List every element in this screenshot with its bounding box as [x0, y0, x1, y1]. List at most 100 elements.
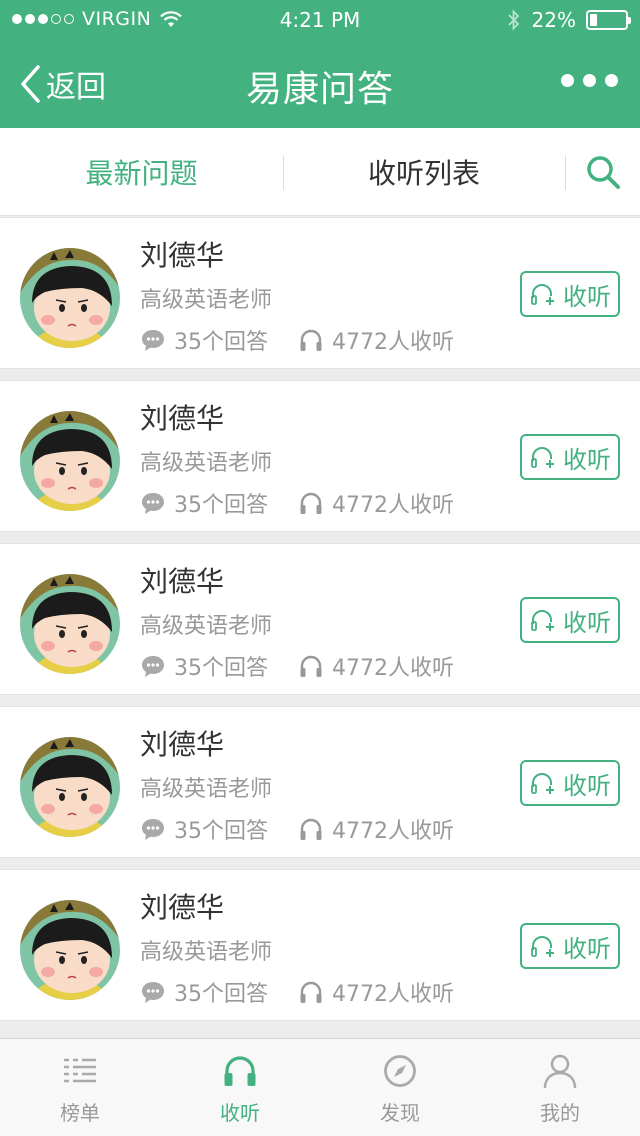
answers-count: 35个回答 [174, 493, 268, 518]
chat-bubble-icon [142, 982, 164, 1003]
chat-bubble-icon [142, 656, 164, 677]
answers-stat: 35个回答 [140, 813, 268, 845]
expert-name: 刘德华 [140, 239, 225, 272]
tabbar-label-listen: 收听 [220, 1101, 260, 1125]
tabbar-item-discover[interactable]: 发现 [320, 1039, 480, 1136]
avatar [20, 737, 120, 837]
listen-button[interactable]: 收听 [520, 271, 620, 317]
answers-stat: 35个回答 [140, 324, 268, 356]
status-right: 22% [506, 8, 631, 32]
listeners-stat: 4772人收听 [298, 324, 454, 356]
listeners-count: 4772人收听 [332, 330, 454, 355]
expert-card[interactable]: 刘德华 高级英语老师 35个回答 4772人收听 收听 [0, 380, 640, 532]
listeners-count: 4772人收听 [332, 493, 454, 518]
headphones-icon [300, 329, 322, 351]
avatar [20, 411, 120, 511]
tabbar-label-me: 我的 [540, 1101, 580, 1125]
tabbar-item-me[interactable]: 我的 [480, 1039, 640, 1136]
tabbar-item-ranking[interactable]: 榜单 [0, 1039, 160, 1136]
avatar [20, 248, 120, 348]
headphones-icon [300, 818, 322, 840]
expert-name: 刘德华 [140, 402, 225, 435]
avatar-illustration-icon [20, 737, 120, 837]
battery-level [590, 14, 597, 26]
listeners-stat: 4772人收听 [298, 650, 454, 682]
headphones-icon [300, 981, 322, 1003]
expert-card[interactable]: 刘德华 高级英语老师 35个回答 4772人收听 收听 [0, 543, 640, 695]
app-header: VIRGIN 4:21 PM 22% 返回 易康问答 [0, 0, 640, 128]
tabbar-label-ranking: 榜单 [60, 1101, 100, 1125]
listeners-stat: 4772人收听 [298, 813, 454, 845]
listen-button[interactable]: 收听 [520, 923, 620, 969]
listen-label: 收听 [563, 282, 611, 311]
nav-bar: 返回 易康问答 [0, 40, 640, 128]
chat-bubble-icon [142, 330, 164, 351]
headphones-plus-icon [531, 447, 554, 468]
tab-latest-questions[interactable]: 最新问题 [0, 128, 283, 216]
listen-label: 收听 [563, 771, 611, 800]
chat-bubble-icon [142, 819, 164, 840]
listeners-stat: 4772人收听 [298, 487, 454, 519]
expert-stats: 35个回答 4772人收听 [140, 813, 484, 845]
expert-stats: 35个回答 4772人收听 [140, 324, 484, 356]
headphones-icon [300, 492, 322, 514]
listeners-stat: 4772人收听 [298, 976, 454, 1008]
answers-stat: 35个回答 [140, 650, 268, 682]
avatar-illustration-icon [20, 900, 120, 1000]
tabbar-label-discover: 发现 [380, 1101, 420, 1125]
page-title: 易康问答 [245, 69, 394, 110]
listen-button[interactable]: 收听 [520, 597, 620, 643]
avatar [20, 574, 120, 674]
answers-count: 35个回答 [174, 656, 268, 681]
bottom-tab-bar: 榜单 收听 发现 我的 [0, 1038, 640, 1136]
headphones-plus-icon [531, 610, 554, 631]
expert-title: 高级英语老师 [140, 614, 273, 639]
expert-name: 刘德华 [140, 728, 225, 761]
tab-listen-list[interactable]: 收听列表 [284, 128, 564, 216]
listeners-count: 4772人收听 [332, 982, 454, 1007]
bluetooth-icon [507, 9, 519, 31]
listeners-count: 4772人收听 [332, 819, 454, 844]
battery-percentage: 22% [531, 8, 576, 32]
expert-title: 高级英语老师 [140, 777, 273, 802]
battery-icon [586, 10, 631, 30]
more-dot [583, 74, 596, 87]
status-bar: VIRGIN 4:21 PM 22% [0, 0, 640, 40]
expert-title: 高级英语老师 [140, 940, 273, 965]
answers-count: 35个回答 [174, 330, 268, 355]
more-button[interactable] [561, 74, 618, 87]
listen-button[interactable]: 收听 [520, 760, 620, 806]
more-dot [561, 74, 574, 87]
expert-card[interactable]: 刘德华 高级英语老师 35个回答 4772人收听 收听 [0, 869, 640, 1021]
compass-icon [384, 1055, 416, 1087]
expert-title: 高级英语老师 [140, 288, 273, 313]
expert-stats: 35个回答 4772人收听 [140, 976, 484, 1008]
expert-name: 刘德华 [140, 565, 225, 598]
tabbar-item-listen[interactable]: 收听 [160, 1039, 320, 1136]
listen-label: 收听 [563, 445, 611, 474]
headphones-icon [300, 655, 322, 677]
answers-count: 35个回答 [174, 819, 268, 844]
expert-stats: 35个回答 4772人收听 [140, 650, 484, 682]
search-button[interactable] [566, 128, 640, 216]
listen-button[interactable]: 收听 [520, 434, 620, 480]
segment-tabs: 最新问题 收听列表 [0, 128, 640, 216]
listeners-count: 4772人收听 [332, 656, 454, 681]
listen-label: 收听 [563, 934, 611, 963]
expert-card[interactable]: 刘德华 高级英语老师 35个回答 4772人收听 收听 [0, 706, 640, 858]
more-dot [605, 74, 618, 87]
avatar-illustration-icon [20, 248, 120, 348]
expert-card[interactable]: 刘德华 高级英语老师 35个回答 4772人收听 收听 [0, 217, 640, 369]
avatar-illustration-icon [20, 411, 120, 511]
chat-bubble-icon [142, 493, 164, 514]
headphones-plus-icon [531, 936, 554, 957]
headphones-icon [224, 1056, 256, 1086]
answers-count: 35个回答 [174, 982, 268, 1007]
person-icon [543, 1054, 577, 1089]
list-ranking-icon [64, 1058, 96, 1083]
answers-stat: 35个回答 [140, 487, 268, 519]
expert-name: 刘德华 [140, 891, 225, 924]
avatar-illustration-icon [20, 574, 120, 674]
avatar [20, 900, 120, 1000]
search-icon [587, 156, 620, 189]
